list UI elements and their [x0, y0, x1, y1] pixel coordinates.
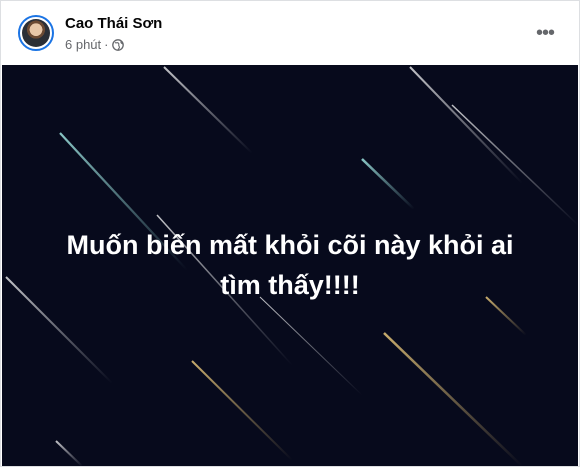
meta-separator: ·: [104, 37, 109, 52]
more-options-icon[interactable]: •••: [531, 19, 559, 47]
avatar[interactable]: [18, 15, 54, 51]
meteor-streak: [163, 66, 253, 154]
post-meta: 6 phút ·: [65, 37, 124, 52]
meteor-streak: [451, 104, 578, 226]
post-header: Cao Thái Sơn 6 phút · •••: [1, 1, 579, 65]
globe-icon[interactable]: [111, 38, 124, 51]
caption-line-1: Muốn biến mất khỏi cõi này khỏi ai: [66, 230, 514, 260]
meteor-streak: [361, 158, 415, 210]
image-caption: Muốn biến mất khỏi cõi này khỏi ai tìm t…: [2, 225, 578, 305]
post-timestamp[interactable]: 6 phút: [65, 37, 101, 52]
meteor-streak: [383, 332, 523, 466]
caption-line-2: tìm thấy!!!!: [220, 270, 360, 300]
avatar-photo: [22, 19, 50, 47]
meteor-streak: [55, 440, 83, 466]
author-name[interactable]: Cao Thái Sơn: [65, 15, 162, 32]
post-image[interactable]: Muốn biến mất khỏi cõi này khỏi ai tìm t…: [2, 65, 578, 466]
meteor-streak: [191, 360, 293, 461]
facebook-post: Cao Thái Sơn 6 phút · ••• Muốn biến mất …: [0, 0, 580, 467]
meteor-streak: [409, 66, 523, 184]
